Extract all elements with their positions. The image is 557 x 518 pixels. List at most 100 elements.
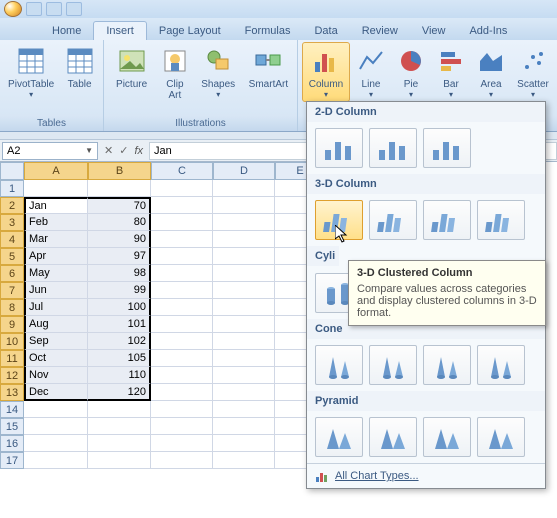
cell[interactable] [88, 418, 151, 435]
cell[interactable]: 97 [88, 248, 151, 265]
cell[interactable]: Jun [24, 282, 88, 299]
tab-page-layout[interactable]: Page Layout [147, 22, 233, 40]
cell[interactable] [151, 197, 213, 214]
cell[interactable] [88, 180, 151, 197]
cell[interactable] [213, 231, 275, 248]
table-button[interactable]: Table [60, 42, 99, 93]
row-header[interactable]: 6 [0, 265, 24, 282]
cell[interactable] [213, 350, 275, 367]
pivottable-button[interactable]: PivotTable▾ [4, 42, 58, 102]
cell[interactable] [213, 180, 275, 197]
cell[interactable]: Oct [24, 350, 88, 367]
cell[interactable]: Apr [24, 248, 88, 265]
qat-undo[interactable] [46, 2, 62, 16]
column-chart-button[interactable]: Column▾ [302, 42, 350, 102]
chart-type-thumb[interactable] [315, 345, 363, 385]
picture-button[interactable]: Picture [108, 42, 155, 93]
cell[interactable] [151, 401, 213, 418]
clipart-button[interactable]: Clip Art [157, 42, 192, 104]
tab-formulas[interactable]: Formulas [233, 22, 303, 40]
cell[interactable]: 100 [88, 299, 151, 316]
row-header[interactable]: 15 [0, 418, 24, 435]
col-header[interactable]: D [213, 162, 275, 180]
cell[interactable] [151, 418, 213, 435]
row-header[interactable]: 17 [0, 452, 24, 469]
pie-chart-button[interactable]: Pie▾ [392, 42, 430, 102]
tab-home[interactable]: Home [40, 22, 93, 40]
area-chart-button[interactable]: Area▾ [472, 42, 510, 102]
select-all-corner[interactable] [0, 162, 24, 180]
cell[interactable] [213, 316, 275, 333]
name-box[interactable]: A2 ▼ [2, 142, 98, 160]
col-header[interactable]: C [151, 162, 213, 180]
cell[interactable] [88, 401, 151, 418]
cell[interactable] [151, 316, 213, 333]
cell[interactable] [213, 367, 275, 384]
chart-type-thumb[interactable] [423, 200, 471, 240]
cell[interactable]: Sep [24, 333, 88, 350]
chart-type-thumb[interactable] [477, 417, 525, 457]
chart-type-thumb[interactable] [315, 128, 363, 168]
cell[interactable] [151, 214, 213, 231]
cell[interactable]: 101 [88, 316, 151, 333]
cell[interactable] [151, 350, 213, 367]
row-header[interactable]: 10 [0, 333, 24, 350]
qat-redo[interactable] [66, 2, 82, 16]
cell[interactable] [213, 265, 275, 282]
chart-type-thumb[interactable] [369, 128, 417, 168]
cell[interactable] [24, 452, 88, 469]
cell[interactable]: 90 [88, 231, 151, 248]
office-button[interactable] [4, 1, 22, 17]
chart-type-thumb[interactable] [477, 200, 525, 240]
cell[interactable]: 102 [88, 333, 151, 350]
chart-type-thumb[interactable] [315, 200, 363, 240]
row-header[interactable]: 5 [0, 248, 24, 265]
cell[interactable]: 98 [88, 265, 151, 282]
col-header[interactable]: A [24, 162, 88, 180]
cell[interactable] [151, 299, 213, 316]
cell[interactable]: 99 [88, 282, 151, 299]
cell[interactable]: 105 [88, 350, 151, 367]
cell[interactable] [213, 248, 275, 265]
cell[interactable] [151, 452, 213, 469]
chart-type-thumb[interactable] [423, 345, 471, 385]
cell[interactable] [213, 452, 275, 469]
row-header[interactable]: 7 [0, 282, 24, 299]
cell[interactable] [151, 333, 213, 350]
row-header[interactable]: 9 [0, 316, 24, 333]
cell[interactable] [24, 435, 88, 452]
smartart-button[interactable]: SmartArt [244, 42, 293, 93]
cell[interactable]: Aug [24, 316, 88, 333]
cell[interactable] [213, 282, 275, 299]
chart-type-thumb[interactable] [423, 128, 471, 168]
cell[interactable]: 70 [88, 197, 151, 214]
cell[interactable] [151, 248, 213, 265]
cell[interactable]: 120 [88, 384, 151, 401]
bar-chart-button[interactable]: Bar▾ [432, 42, 470, 102]
chevron-down-icon[interactable]: ▼ [85, 146, 93, 155]
tab-insert[interactable]: Insert [93, 21, 147, 40]
cancel-formula-icon[interactable]: ✕ [104, 144, 113, 157]
cell[interactable]: 110 [88, 367, 151, 384]
cell[interactable] [151, 367, 213, 384]
cell[interactable] [213, 401, 275, 418]
tab-view[interactable]: View [410, 22, 458, 40]
cell[interactable] [213, 435, 275, 452]
col-header[interactable]: B [88, 162, 151, 180]
cell[interactable] [213, 418, 275, 435]
fx-icon[interactable]: fx [134, 145, 143, 157]
cell[interactable] [213, 214, 275, 231]
enter-formula-icon[interactable]: ✓ [119, 144, 128, 157]
tab-review[interactable]: Review [350, 22, 410, 40]
cell[interactable]: May [24, 265, 88, 282]
cell[interactable] [88, 435, 151, 452]
cell[interactable]: Jan [24, 197, 88, 214]
cell[interactable]: Jul [24, 299, 88, 316]
cell[interactable]: Mar [24, 231, 88, 248]
row-header[interactable]: 14 [0, 401, 24, 418]
chart-type-thumb[interactable] [477, 345, 525, 385]
cell[interactable] [151, 180, 213, 197]
row-header[interactable]: 12 [0, 367, 24, 384]
shapes-button[interactable]: Shapes▾ [195, 42, 242, 102]
qat-save[interactable] [26, 2, 42, 16]
